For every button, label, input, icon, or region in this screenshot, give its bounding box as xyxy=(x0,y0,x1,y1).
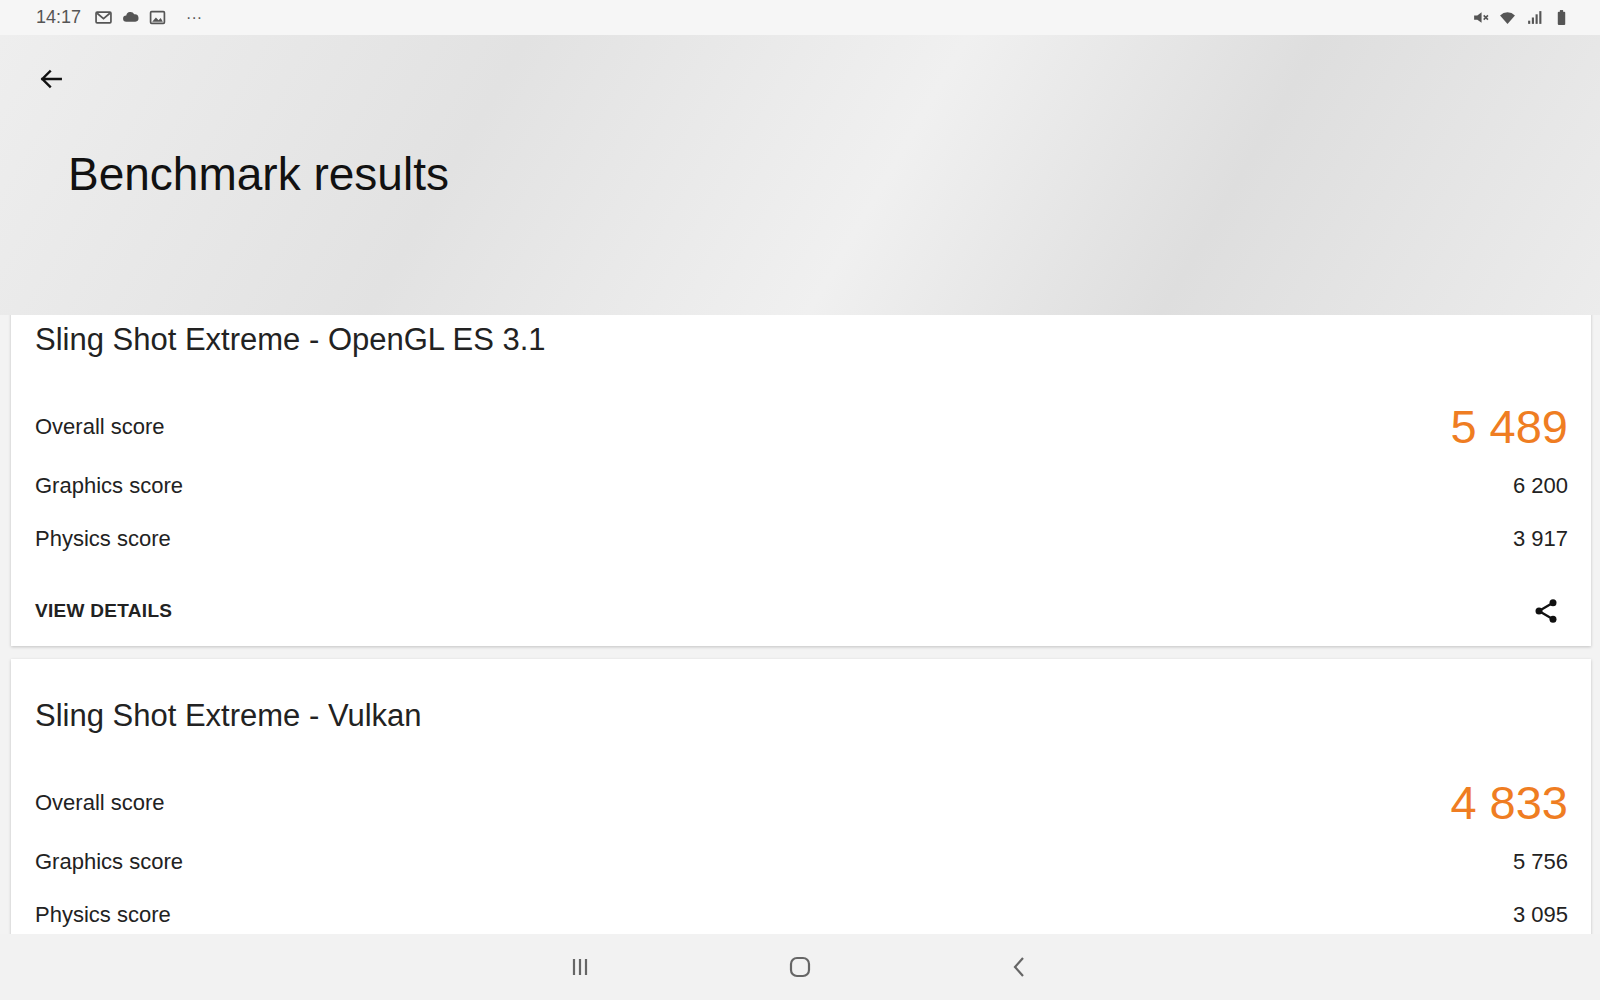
score-label: Overall score xyxy=(35,414,165,440)
card-title: Sling Shot Extreme - OpenGL ES 3.1 xyxy=(35,320,1568,360)
clock: 14:17 xyxy=(36,7,81,28)
recent-apps-icon[interactable] xyxy=(568,955,592,979)
overall-score-row: Overall score 5 489 xyxy=(35,399,1568,455)
wifi-icon xyxy=(1499,9,1516,26)
overall-score-row: Overall score 4 833 xyxy=(35,775,1568,831)
image-icon xyxy=(149,9,166,26)
result-card: Sling Shot Extreme - Vulkan Overall score… xyxy=(11,659,1591,934)
score-row: Graphics score 5 756 xyxy=(35,835,1568,888)
signal-icon xyxy=(1526,9,1543,26)
back-arrow-icon[interactable] xyxy=(38,66,64,92)
home-icon[interactable] xyxy=(788,955,812,979)
score-label: Graphics score xyxy=(35,473,183,499)
navigation-bar xyxy=(0,934,1600,1000)
results-list[interactable]: Sling Shot Extreme - OpenGL ES 3.1 Overal… xyxy=(0,315,1600,934)
card-title: Sling Shot Extreme - Vulkan xyxy=(35,696,1568,736)
back-nav-icon[interactable] xyxy=(1008,955,1032,979)
share-icon[interactable] xyxy=(1532,597,1560,625)
score-label: Graphics score xyxy=(35,849,183,875)
mute-icon xyxy=(1472,9,1489,26)
mail-icon xyxy=(95,9,112,26)
score-value: 5 756 xyxy=(1513,849,1568,875)
overall-score: 5 489 xyxy=(1450,399,1568,455)
benchmark-screen: 14:17 ··· Benchmark results Sling Shot Extr… xyxy=(0,0,1600,1000)
score-row: Graphics score 6 200 xyxy=(35,459,1568,512)
score-label: Physics score xyxy=(35,902,171,928)
view-details-button[interactable]: VIEW DETAILS xyxy=(35,600,172,622)
card-footer: VIEW DETAILS xyxy=(35,585,1568,637)
battery-icon xyxy=(1553,9,1570,26)
status-bar: 14:17 ··· xyxy=(0,0,1600,35)
score-value: 3 917 xyxy=(1513,526,1568,552)
cloud-icon xyxy=(122,9,139,26)
more-notifications: ··· xyxy=(186,9,202,27)
score-row: Physics score 3 095 xyxy=(35,888,1568,934)
page-title: Benchmark results xyxy=(68,147,1600,201)
score-label: Overall score xyxy=(35,790,165,816)
score-label: Physics score xyxy=(35,526,171,552)
score-value: 6 200 xyxy=(1513,473,1568,499)
score-value: 3 095 xyxy=(1513,902,1568,928)
result-card: Sling Shot Extreme - OpenGL ES 3.1 Overal… xyxy=(11,315,1591,646)
score-row: Physics score 3 917 xyxy=(35,512,1568,565)
header-banner: Benchmark results xyxy=(0,35,1600,315)
overall-score: 4 833 xyxy=(1450,775,1568,831)
